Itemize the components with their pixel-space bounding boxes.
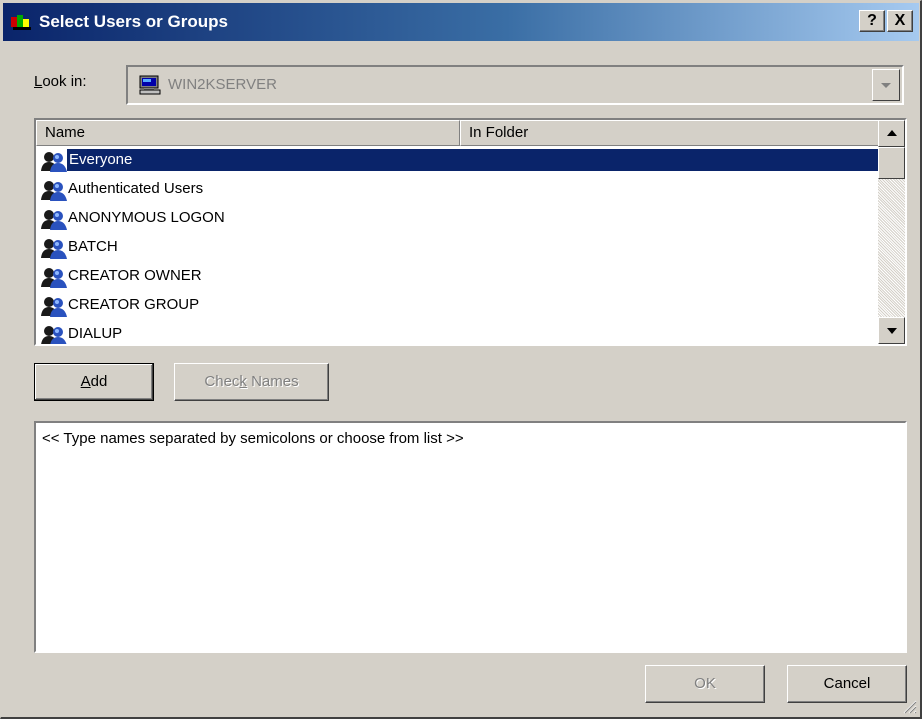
dialog-window: Select Users or Groups ? X Look in: WIN2…: [0, 0, 922, 719]
selected-names-box[interactable]: << Type names separated by semicolons or…: [34, 421, 907, 653]
list-item-label: DIALUP: [68, 325, 123, 342]
list-rows: Everyone Authenticated Users ANONYMOUS LOG…: [36, 146, 879, 344]
add-button[interactable]: Add: [34, 363, 154, 401]
user-group-icon: [40, 295, 68, 317]
close-button[interactable]: X: [887, 10, 913, 32]
computer-icon: [139, 75, 161, 95]
look-in-label: Look in:: [34, 73, 87, 90]
column-header-in-folder[interactable]: In Folder: [460, 120, 879, 146]
list-item[interactable]: ANONYMOUS LOGON: [36, 204, 879, 233]
dropdown-arrow-icon[interactable]: [872, 69, 900, 101]
cancel-button[interactable]: Cancel: [787, 665, 907, 703]
column-header-name[interactable]: Name: [36, 120, 460, 146]
user-group-icon: [40, 208, 68, 230]
user-group-icon: [40, 237, 68, 259]
scroll-thumb[interactable]: [878, 147, 905, 179]
ok-button[interactable]: OK: [645, 665, 765, 703]
title-bar[interactable]: Select Users or Groups ? X: [3, 3, 919, 41]
scroll-down-button[interactable]: [878, 317, 905, 344]
check-names-button[interactable]: Check Names: [174, 363, 329, 401]
list-item[interactable]: Authenticated Users: [36, 175, 879, 204]
help-button[interactable]: ?: [859, 10, 885, 32]
user-group-icon: [40, 266, 68, 288]
look-in-combobox[interactable]: WIN2KSERVER: [126, 65, 904, 105]
resize-grip-icon[interactable]: [903, 700, 917, 714]
user-group-icon: [40, 179, 68, 201]
scroll-up-button[interactable]: [878, 120, 905, 147]
users-groups-list[interactable]: Name In Folder Everyone Authenticated Use…: [34, 118, 907, 346]
list-item[interactable]: CREATOR GROUP: [36, 291, 879, 320]
list-item-label: BATCH: [68, 238, 118, 255]
list-item-label: CREATOR GROUP: [68, 296, 200, 313]
vertical-scrollbar[interactable]: [878, 120, 905, 344]
look-in-value: WIN2KSERVER: [168, 76, 277, 93]
list-item[interactable]: Everyone: [36, 146, 879, 175]
names-placeholder: << Type names separated by semicolons or…: [42, 430, 464, 447]
list-item[interactable]: CREATOR OWNER: [36, 262, 879, 291]
list-item[interactable]: DIALUP: [36, 320, 879, 344]
list-item-label: Authenticated Users: [68, 180, 204, 197]
list-item-label: Everyone: [67, 149, 879, 171]
users-groups-icon: [11, 15, 31, 30]
list-item-label: CREATOR OWNER: [68, 267, 202, 284]
user-group-icon: [40, 150, 68, 172]
list-item-label: ANONYMOUS LOGON: [68, 209, 225, 226]
window-title: Select Users or Groups: [39, 12, 228, 31]
list-item[interactable]: BATCH: [36, 233, 879, 262]
user-group-icon: [40, 324, 68, 344]
